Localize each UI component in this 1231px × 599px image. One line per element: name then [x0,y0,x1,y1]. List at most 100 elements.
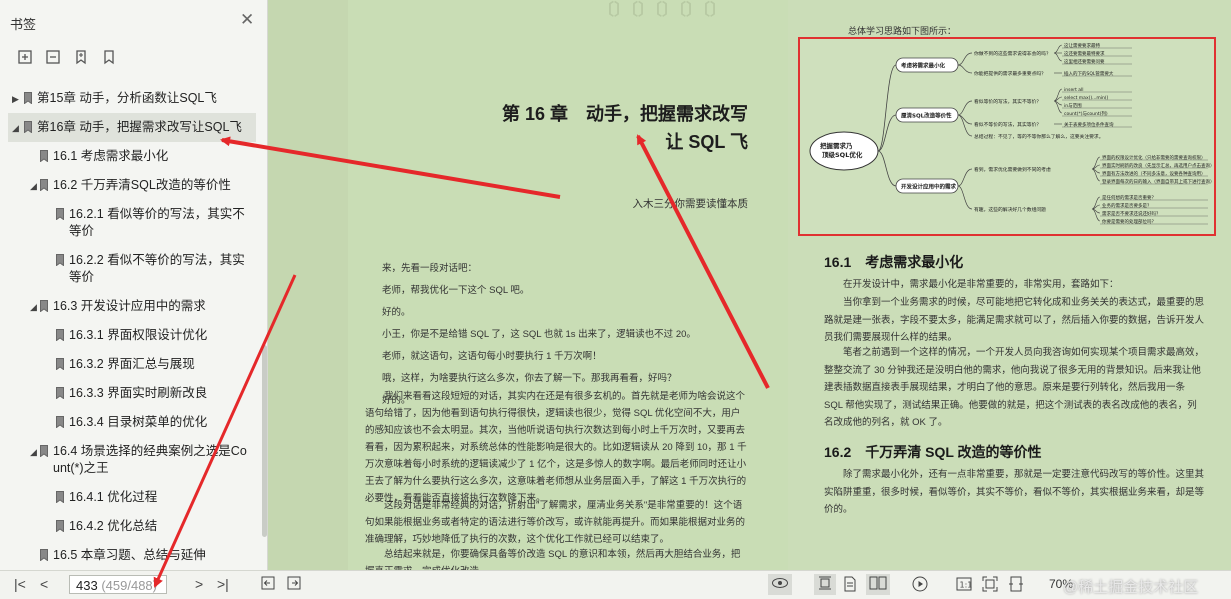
bookmark-item[interactable]: 16.2.1 看似等价的写法，其实不 等价 [0,206,262,240]
expand-all-icon[interactable] [16,48,34,66]
mindmap-connector [957,114,973,137]
bookmark-label-line: 16.4.2 优化总结 [69,519,158,533]
bookmark-item[interactable]: ◢ 16.4 场景选择的经典案例之选是Co unt(*)之王 [0,443,262,477]
bookmark-label-line: 16.3 开发设计应用中的需求 [53,299,206,313]
bookmark-label-line: 16.3.3 界面实时刷新改良 [69,386,208,400]
bookmark-label: 16.1 考虑需求最小化 [53,148,250,165]
bookmark-icon [24,92,32,105]
right-page: 总体学习思路如下图所示： 把握需求乃 顶级SQL优化 考虑将需求最小化 你做不到的这些… [788,0,1231,570]
bookmark-item[interactable]: 16.4.1 优化过程 [0,489,262,506]
bookmark-label: 第15章 动手，分析函数让SQL飞 [37,90,250,107]
mindmap-connector [957,168,973,187]
bookmark-icon[interactable] [100,48,118,66]
mindmap-child-label: 有趣，这些的解决好几个数组问题 [974,206,1046,213]
bookmark-icon [56,491,64,504]
page-number-input[interactable]: 433 (459/488) [69,575,167,594]
bookmark-item[interactable]: 16.2.2 看似不等价的写法，其实 等价 [0,252,262,286]
play-icon[interactable] [912,576,928,595]
paragraph: 总结起来就是，你要确保具备等价改造 SQL 的意识和本领，然后再大胆结合业务，把… [365,549,741,570]
bookmark-label-line: 等价 [69,270,95,284]
bookmark-item[interactable]: 16.3.4 目录树菜单的优化 [0,414,262,431]
expanded-arrow-icon[interactable]: ◢ [30,299,37,316]
double-page-icon[interactable] [866,574,890,595]
bookmark-item[interactable]: 16.3.1 界面权限设计优化 [0,327,262,344]
bookmark-label-line: 16.2.2 看似不等价的写法，其实 [69,253,245,267]
continuous-scroll-icon[interactable] [814,574,836,595]
mindmap-connector [957,52,973,66]
bottom-toolbar: |< < 433 (459/488) > >| 1:1 70% [0,570,1231,599]
bookmark-icon [56,520,64,533]
bookmark-item[interactable]: ◢ 16.2 千万弄清SQL改造的等价性 [0,177,262,194]
mindmap-connector [877,64,897,152]
bookmark-icon [40,150,48,163]
expanded-arrow-icon[interactable]: ◢ [12,120,19,137]
add-bookmark-icon[interactable] [72,48,90,66]
first-page-icon[interactable]: |< [14,576,26,592]
last-page-icon[interactable]: >| [217,576,229,592]
left-page: 〔〕〔〕〔〕〔〕〔〕 第 16 章 动手，把握需求改写 让 SQL 飞 入木三分… [348,0,788,570]
forward-icon[interactable] [287,576,301,593]
bookmark-label: 16.5 本章习题、总结与延伸 [53,547,250,564]
bookmark-label: 16.3.4 目录树菜单的优化 [69,414,250,431]
bookmark-label: 16.4.1 优化过程 [69,489,250,506]
bookmark-icon [40,549,48,562]
bookmark-label: 16.4.2 优化总结 [69,518,250,535]
expanded-arrow-icon[interactable]: ◢ [30,444,37,461]
sidebar-toolbar [16,48,118,66]
mindmap-child-label: 看似不等价的写法，其实等价？ [974,121,1041,128]
next-page-icon[interactable]: > [195,576,203,592]
bookmark-label: 16.3 开发设计应用中的需求 [53,298,250,315]
sidebar-scrollbar[interactable] [262,345,267,537]
paragraph: 笔者之前遇到一个这样的情况，一个开发人员向我咨询如何实现某个项目需求最高效，整整… [824,347,1205,428]
bookmark-label: 16.3.1 界面权限设计优化 [69,327,250,344]
collapsed-arrow-icon[interactable]: ▶ [12,91,19,108]
bookmark-label-line: 16.3.4 目录树菜单的优化 [69,415,208,429]
svg-text:1:1: 1:1 [960,581,973,590]
bookmark-item[interactable]: 16.5 本章习题、总结与延伸 [0,547,262,564]
mindmap-connector [957,64,973,74]
bookmark-icon [56,387,64,400]
bookmark-item[interactable]: 16.1 考虑需求最小化 [0,148,262,165]
chapter-title: 第 16 章 动手，把握需求改写 让 SQL 飞 [501,104,748,152]
bookmark-sidebar: 书签 ✕ ▶ 第15章 动手，分析函数让SQL飞 ◢ 第16章 动手，把握需求改写让S… [0,0,268,570]
bookmark-label: 16.2 千万弄清SQL改造的等价性 [53,177,250,194]
collapse-all-icon[interactable] [44,48,62,66]
paragraph: 在开发设计中，需求最小化是非常重要的，非常实用，套路如下： [843,279,1119,290]
mindmap-child-label: 看到，需求优化需要做到不同的考虑 [974,166,1051,173]
bookmark-label-line: 16.4 场景选择的经典案例之选是Co [53,444,247,458]
bookmark-icon [56,329,64,342]
mindmap-branch-label: 厘清SQL改造等价性 [901,112,952,120]
actual-size-icon[interactable]: 1:1 [956,576,972,595]
bookmark-icon [56,254,64,267]
bookmark-label-line: 16.3.1 界面权限设计优化 [69,328,208,342]
single-page-icon[interactable] [843,576,857,595]
mindmap-connector [1053,44,1063,54]
bookmark-label-line: 16.5 本章习题、总结与延伸 [53,548,206,562]
mindmap-root-label: 顶级SQL优化 [822,150,863,159]
bookmark-label-line: 第15章 动手，分析函数让SQL飞 [37,91,217,105]
mindmap-child-label: 总结过程：不见了，等的不等你那么了解么，这要关注要求。 [974,133,1104,140]
eye-care-icon[interactable] [768,574,792,595]
mindmap-diagram: 把握需求乃顶级SQL优化考虑将需求最小化你做不到的这些需求说得非会的吗？这让需要… [809,42,1215,225]
bookmark-item[interactable]: 16.3.2 界面汇总与展现 [0,356,262,373]
bookmark-item[interactable]: 16.4.2 优化总结 [0,518,262,535]
close-icon[interactable]: ✕ [240,11,254,29]
figure-caption: 总体学习思路如下图所示： [848,26,957,36]
bookmark-item[interactable]: ▶ 第15章 动手，分析函数让SQL飞 [0,90,262,107]
back-icon[interactable] [261,576,275,593]
bookmark-label-line: 16.2.1 看似等价的写法，其实不 [69,207,245,221]
section-heading: 16.1 考虑需求最小化 [824,254,964,270]
expanded-arrow-icon[interactable]: ◢ [30,178,37,195]
mindmap-child-label: 你能把提供的需求最多重要点吗？ [974,70,1046,77]
fit-width-icon[interactable] [1008,576,1024,595]
bookmark-icon [40,179,48,192]
bookmark-label: 16.2.2 看似不等价的写法，其实 等价 [69,252,250,286]
bookmark-icon [56,208,64,221]
bookmark-item[interactable]: ◢ 16.3 开发设计应用中的需求 [0,298,262,315]
bookmark-item[interactable]: 16.3.3 界面实时刷新改良 [0,385,262,402]
prev-page-icon[interactable]: < [40,576,48,592]
paragraph: 当你拿到一个业务需求的时候，尽可能地把它转化成和业务关关的表达式，最重要的思路就… [824,297,1205,343]
bookmark-item[interactable]: ◢ 第16章 动手，把握需求改写让SQL飞 [0,113,262,142]
fit-page-icon[interactable] [982,576,998,595]
paragraph: 我们来看看这段短短的对话，其实内在还是有很多玄机的。首先就是老师为啥会说这个语句… [365,391,747,504]
